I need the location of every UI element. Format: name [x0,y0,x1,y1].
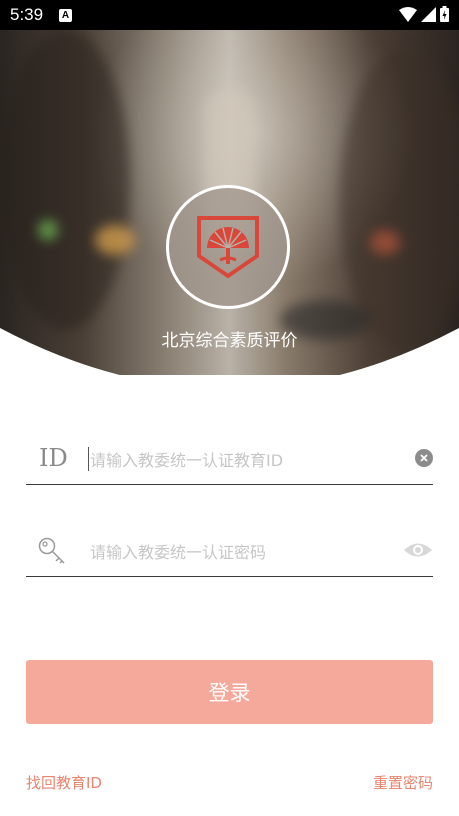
signal-icon [421,6,436,22]
id-input[interactable] [88,442,392,478]
eye-icon[interactable] [403,540,433,560]
wifi-icon [399,6,417,22]
password-field [26,528,433,577]
text-caret [88,447,89,471]
recover-id-link[interactable]: 找回教育ID [26,772,102,793]
status-icons [399,6,449,22]
reset-password-link[interactable]: 重置密码 [373,772,433,793]
password-input[interactable] [88,534,392,570]
status-bar: 5:39 A [0,0,459,30]
app-name: 北京综合素质评价 [161,331,298,351]
notification-icon: A [59,9,72,22]
id-field: ID [26,436,433,485]
key-icon [38,537,65,564]
status-time: 5:39 [10,5,44,24]
id-label: ID [39,444,68,472]
app-logo [166,185,290,309]
login-button[interactable]: 登录 [26,660,433,724]
battery-icon [440,6,449,22]
logo-emblem-icon [197,216,259,279]
clear-icon[interactable] [415,449,433,467]
